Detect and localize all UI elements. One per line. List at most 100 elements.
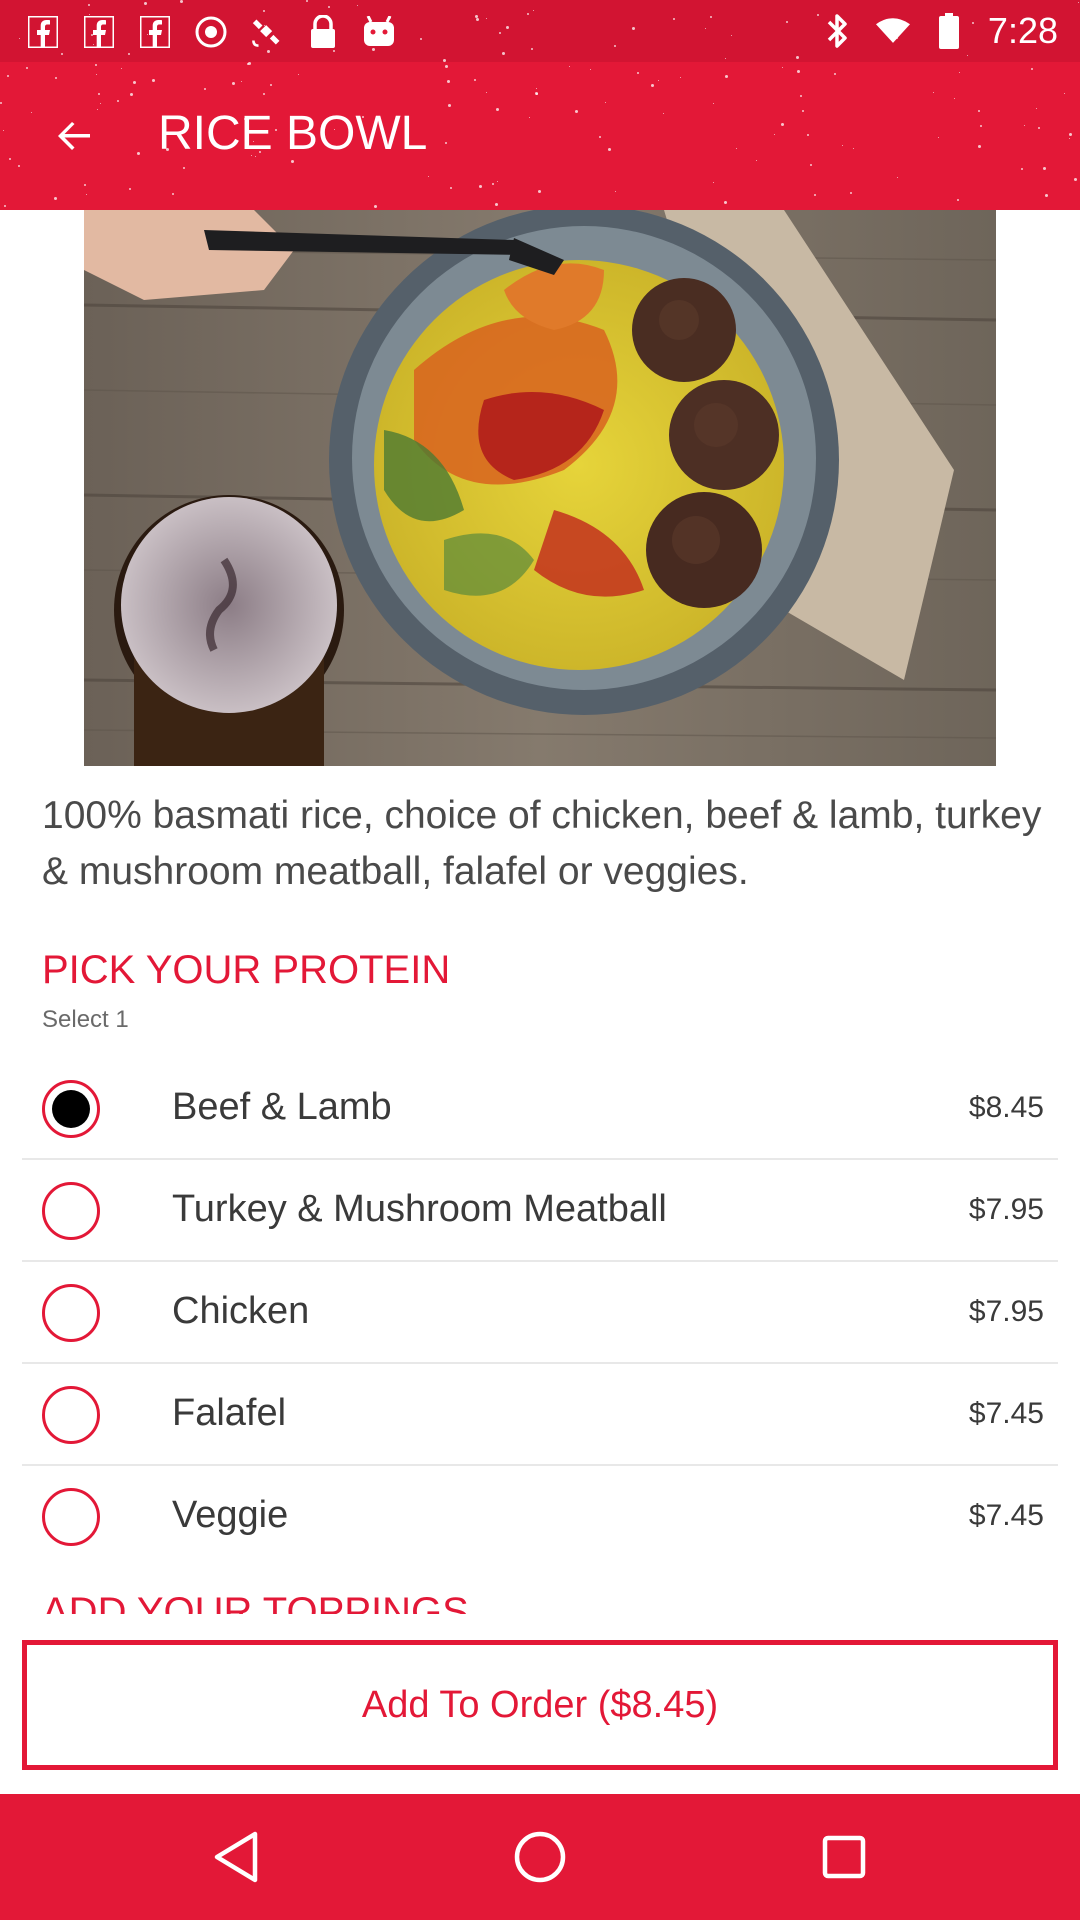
snow-dot	[502, 52, 505, 55]
snow-dot	[144, 2, 147, 5]
protein-option-falafel[interactable]: Falafel $7.45	[22, 1364, 1058, 1466]
protein-option-beef-lamb[interactable]: Beef & Lamb $8.45	[22, 1058, 1058, 1160]
snow-dot	[475, 15, 478, 18]
snow-dot	[531, 48, 533, 50]
radio-button[interactable]	[42, 1488, 100, 1546]
back-button[interactable]	[38, 100, 110, 172]
snow-dot	[1036, 108, 1037, 109]
snow-dot	[810, 164, 812, 166]
snow-dot	[538, 190, 541, 193]
option-price: $8.45	[968, 1091, 1044, 1124]
snow-dot	[575, 110, 578, 113]
snow-dot	[850, 192, 852, 194]
snow-dot	[710, 16, 712, 18]
snow-dot	[130, 93, 133, 96]
snow-dot	[428, 176, 429, 177]
status-clock: 7:28	[987, 10, 1058, 51]
snow-dot	[529, 117, 530, 118]
snow-dot	[632, 27, 635, 30]
recents-square-icon[interactable]	[814, 1827, 874, 1887]
snow-dot	[152, 79, 155, 82]
snow-dot	[137, 152, 140, 155]
snow-dot	[786, 21, 788, 23]
snow-dot	[590, 69, 591, 70]
snow-dot	[241, 81, 242, 82]
back-triangle-icon[interactable]	[206, 1827, 266, 1887]
snow-dot	[84, 184, 86, 186]
snow-dot	[527, 13, 529, 15]
option-label: Falafel	[172, 1392, 287, 1434]
snow-dot	[270, 84, 272, 86]
snow-dot	[496, 108, 499, 111]
radio-button[interactable]	[42, 1182, 100, 1240]
snow-dot	[853, 148, 854, 149]
snow-dot	[842, 145, 843, 146]
snow-dot	[447, 80, 450, 83]
snow-dot	[605, 102, 606, 103]
snow-dot	[1064, 93, 1065, 94]
snow-dot	[486, 92, 487, 93]
snow-dot	[19, 38, 20, 39]
snow-dot	[897, 177, 898, 178]
snow-dot	[637, 72, 639, 74]
product-image	[84, 210, 996, 766]
snow-dot	[756, 160, 757, 161]
snow-dot	[476, 18, 479, 21]
snow-dot	[725, 75, 728, 78]
protein-option-turkey-mushroom-meatball[interactable]: Turkey & Mushroom Meatball $7.95	[22, 1160, 1058, 1262]
navigation-bar	[0, 1794, 1080, 1920]
snow-dot	[980, 125, 982, 127]
snow-dot	[495, 203, 498, 206]
section-title-protein: PICK YOUR PROTEIN	[42, 948, 451, 992]
snow-dot	[658, 80, 659, 81]
snow-dot	[86, 194, 87, 195]
option-price: $7.95	[968, 1295, 1044, 1328]
snow-dot	[782, 67, 783, 68]
add-to-order-button[interactable]: Add To Order ($8.45)	[22, 1640, 1058, 1770]
snow-dot	[26, 67, 28, 69]
radio-button[interactable]	[42, 1080, 100, 1138]
bluetooth-icon	[820, 14, 854, 48]
fake-gps-icon	[194, 15, 228, 49]
snow-dot	[486, 18, 487, 19]
snow-dot	[9, 158, 11, 160]
snow-dot	[96, 74, 97, 75]
snow-dot	[88, 4, 90, 6]
snow-dot	[959, 72, 960, 73]
snow-dot	[443, 59, 446, 62]
radio-button[interactable]	[42, 1386, 100, 1444]
snow-dot	[713, 182, 714, 183]
option-price: $7.45	[968, 1397, 1044, 1430]
snow-dot	[129, 188, 131, 190]
protein-options-list: Beef & Lamb $8.45 Turkey & Mushroom Meat…	[22, 1058, 1058, 1568]
home-circle-icon[interactable]	[510, 1827, 570, 1887]
snow-dot	[374, 205, 377, 208]
snow-dot	[506, 26, 509, 29]
snow-dot	[781, 123, 784, 126]
snow-dot	[967, 55, 968, 56]
snow-dot	[1024, 125, 1025, 126]
protein-option-veggie[interactable]: Veggie $7.45	[22, 1466, 1058, 1568]
radio-button[interactable]	[42, 1284, 100, 1342]
snow-dot	[797, 70, 800, 73]
snow-dot	[796, 56, 799, 59]
snow-dot	[474, 79, 476, 81]
snow-dot	[1038, 127, 1040, 129]
snow-dot	[731, 35, 732, 36]
snow-dot	[1043, 167, 1046, 170]
snow-dot	[55, 77, 57, 79]
snow-dot	[814, 194, 816, 196]
status-icons-left	[26, 12, 396, 52]
section-subtitle: Select 1	[42, 1006, 129, 1033]
satellite-icon	[250, 15, 284, 49]
protein-option-chicken[interactable]: Chicken $7.95	[22, 1262, 1058, 1364]
battery-icon	[932, 13, 966, 49]
snow-dot	[306, 0, 308, 2]
snow-dot	[736, 148, 737, 149]
snow-dot	[0, 102, 2, 104]
snow-dot	[774, 134, 775, 135]
snow-dot	[328, 6, 330, 8]
snow-dot	[536, 93, 538, 95]
wifi-icon	[875, 14, 910, 48]
snow-dot	[599, 136, 601, 138]
